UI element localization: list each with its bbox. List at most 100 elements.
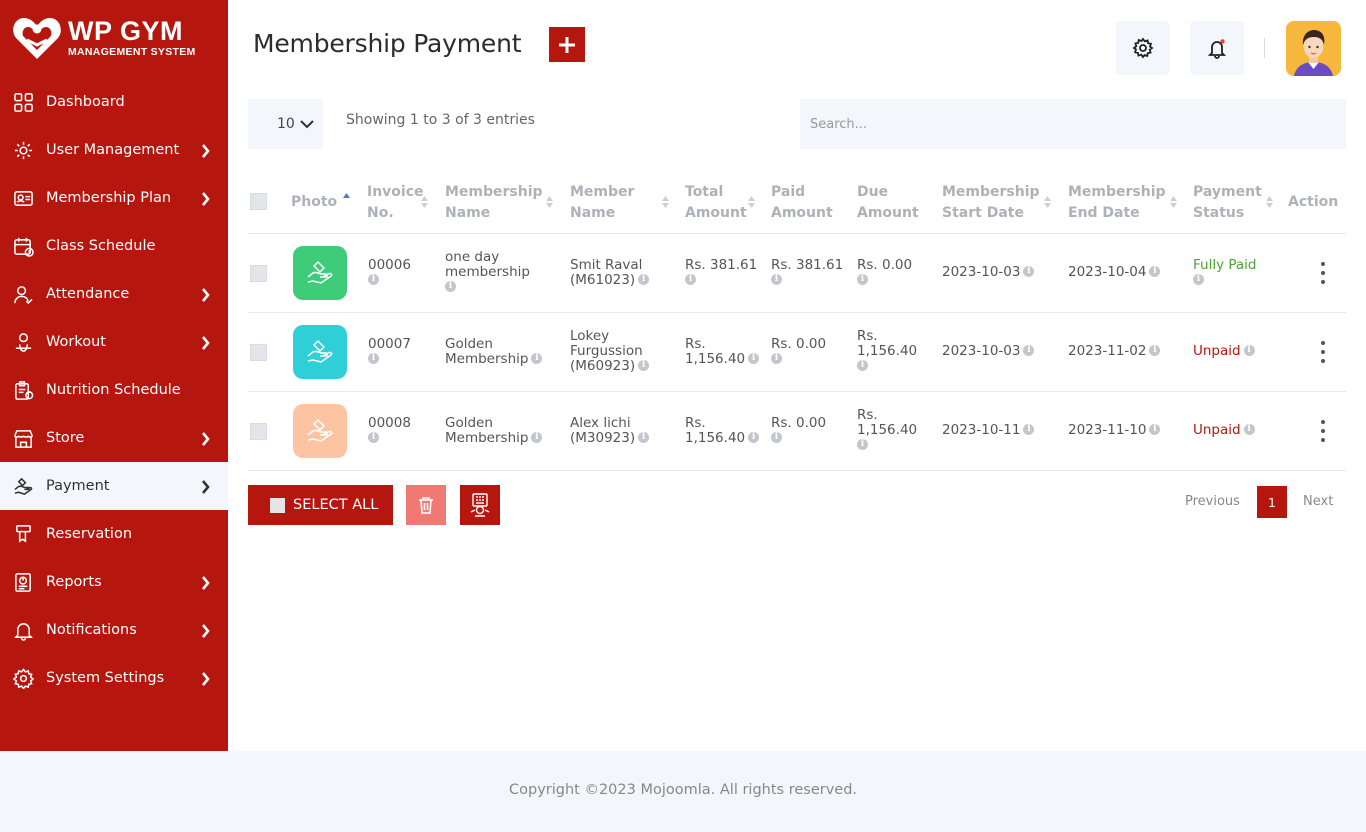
col-due-label-1: Due — [857, 184, 889, 200]
chevron-right-icon — [201, 431, 210, 446]
row-checkbox[interactable] — [250, 423, 267, 440]
id-card-icon — [12, 187, 34, 209]
table-row[interactable]: 00007 GoldenMembership LokeyFurgussion(M… — [248, 313, 1346, 392]
table-row[interactable]: 00006 one daymembership Smit Raval(M6102… — [248, 234, 1346, 313]
sort-icon — [546, 195, 553, 216]
info-icon — [368, 351, 379, 366]
sidebar-item-label: User Management — [46, 142, 180, 158]
col-paid-amount[interactable]: Paid Amount — [771, 182, 833, 224]
page-length-select[interactable]: 10 — [248, 99, 323, 149]
info-icon — [1023, 422, 1035, 437]
col-paid-label-2: Amount — [771, 205, 833, 221]
info-icon — [638, 358, 650, 373]
info-icon — [1243, 343, 1255, 358]
col-payment-status[interactable]: Payment Status — [1193, 182, 1273, 224]
col-invoice[interactable]: Invoice No. — [367, 182, 428, 224]
row-checkbox[interactable] — [250, 344, 267, 361]
brand-title: WP GYM — [68, 16, 184, 47]
sidebar-item-membership-plan[interactable]: Membership Plan — [0, 174, 228, 222]
sidebar-item-notifications[interactable]: Notifications — [0, 606, 228, 654]
sidebar-item-nutrition-schedule[interactable]: Nutrition Schedule — [0, 366, 228, 414]
cell-member-name: Smit Raval (M61023) — [570, 258, 650, 288]
col-total-label-2: Amount — [685, 205, 747, 221]
sidebar-item-store[interactable]: Store — [0, 414, 228, 462]
avatar[interactable] — [1286, 21, 1341, 76]
notifications-button[interactable] — [1190, 21, 1244, 75]
sidebar-nav: Dashboard User Management Membership Pla… — [0, 78, 228, 702]
export-payment-button[interactable] — [460, 485, 500, 525]
sidebar-item-dashboard[interactable]: Dashboard — [0, 78, 228, 126]
row-checkbox[interactable] — [250, 265, 267, 282]
pagination-page-1[interactable]: 1 — [1257, 486, 1287, 518]
col-end-date[interactable]: Membership End Date — [1068, 182, 1177, 224]
info-icon — [1193, 272, 1204, 287]
col-start-date[interactable]: Membership Start Date — [942, 182, 1051, 224]
table-row[interactable]: 00008 GoldenMembership Alex lichi(M30923… — [248, 392, 1346, 471]
cell-end-date: 2023-10-04 — [1068, 264, 1161, 280]
sidebar-item-class-schedule[interactable]: Class Schedule — [0, 222, 228, 270]
header-checkbox[interactable] — [250, 193, 267, 210]
cell-total-amount: Rs. 1,156.40 — [685, 337, 760, 367]
sidebar-item-label: System Settings — [46, 670, 165, 686]
sort-icon — [421, 195, 428, 216]
grid-icon — [12, 91, 34, 113]
info-icon — [445, 279, 456, 294]
footer: Copyright ©2023 Mojoomla. All rights res… — [0, 751, 1366, 832]
cell-start-date: 2023-10-03 — [942, 264, 1035, 280]
cell-start-date: 2023-10-03 — [942, 343, 1035, 359]
chevron-right-icon — [201, 479, 210, 494]
col-membership-name[interactable]: Membership Name — [445, 182, 553, 224]
info-icon — [638, 430, 650, 445]
sidebar-item-label: Attendance — [46, 286, 130, 302]
add-payment-button[interactable] — [549, 27, 585, 62]
col-total-amount[interactable]: Total Amount — [685, 182, 755, 224]
user-avatar-icon — [1286, 21, 1341, 76]
table-info: Showing 1 to 3 of 3 entries — [346, 112, 535, 128]
payment-hand-icon — [307, 260, 333, 284]
row-actions-menu-icon[interactable] — [1320, 262, 1326, 284]
sidebar-item-label: Notifications — [46, 622, 137, 638]
col-invoice-label-1: Invoice — [367, 184, 424, 200]
col-due-amount[interactable]: Due Amount — [857, 182, 919, 224]
search-input[interactable] — [800, 99, 1346, 149]
payment-hand-icon — [307, 339, 333, 363]
sidebar-item-workout[interactable]: Workout — [0, 318, 228, 366]
col-mname-label-2: Name — [445, 205, 491, 221]
col-member-name[interactable]: Member Name — [570, 182, 669, 224]
pagination-previous[interactable]: Previous — [1185, 494, 1240, 509]
settings-button[interactable] — [1116, 21, 1170, 75]
cell-due-amount: Rs. 0.00 — [857, 258, 912, 287]
sidebar-item-label: Membership Plan — [46, 190, 172, 206]
sidebar-item-system-settings[interactable]: System Settings — [0, 654, 228, 702]
cell-membership-name: Golden Membership — [445, 337, 543, 367]
brand-logo[interactable]: WP GYM MANAGEMENT SYSTEM — [12, 14, 222, 62]
payment-photo — [293, 246, 347, 300]
sidebar-item-reports[interactable]: Reports — [0, 558, 228, 606]
col-invoice-label-2: No. — [367, 205, 394, 221]
info-icon — [531, 430, 543, 445]
select-all-button[interactable]: SELECT ALL — [248, 485, 393, 525]
delete-selected-button[interactable] — [406, 485, 446, 525]
page-length-value: 10 — [277, 116, 295, 132]
col-action: Action — [1288, 194, 1339, 210]
sidebar-item-reservation[interactable]: Reservation — [0, 510, 228, 558]
info-icon — [685, 272, 696, 287]
sidebar-item-label: Class Schedule — [46, 238, 156, 254]
table-header: Photo Invoice No. Membership Name Member… — [248, 170, 1346, 234]
users-gear-icon — [12, 139, 34, 161]
pagination-next[interactable]: Next — [1303, 494, 1333, 509]
col-photo[interactable]: Photo — [291, 192, 350, 213]
chevron-right-icon — [201, 575, 210, 590]
select-all-checkbox[interactable] — [270, 497, 285, 513]
info-icon — [857, 358, 868, 373]
row-actions-menu-icon[interactable] — [1320, 341, 1326, 363]
row-actions-menu-icon[interactable] — [1320, 420, 1326, 442]
workout-icon — [12, 331, 34, 353]
sidebar-item-label: Store — [46, 430, 85, 446]
sidebar-item-payment[interactable]: Payment — [0, 462, 228, 510]
sidebar-item-label: Workout — [46, 334, 106, 350]
sidebar-item-attendance[interactable]: Attendance — [0, 270, 228, 318]
sort-asc-icon — [343, 192, 350, 213]
payment-hand-icon — [12, 475, 34, 497]
sidebar-item-user-management[interactable]: User Management — [0, 126, 228, 174]
